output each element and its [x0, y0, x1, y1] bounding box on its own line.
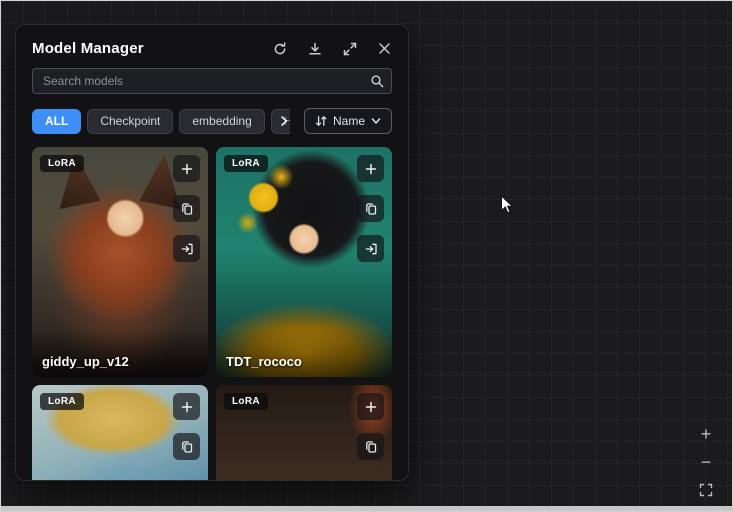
plus-icon: [364, 400, 378, 414]
import-icon: [364, 242, 378, 256]
plus-icon: [364, 162, 378, 176]
refresh-button[interactable]: [272, 41, 288, 57]
model-type-badge: LoRA: [40, 155, 84, 172]
filter-chips: ALL Checkpoint embedding Hype: [32, 109, 290, 134]
import-icon: [180, 242, 194, 256]
filter-chip-all[interactable]: ALL: [32, 109, 81, 134]
copy-icon: [364, 440, 378, 454]
header-icons: [272, 41, 392, 57]
app-canvas: Model Manager: [0, 0, 733, 512]
copy-icon: [180, 202, 194, 216]
add-model-button[interactable]: [173, 393, 200, 420]
sort-label: Name: [333, 114, 365, 128]
copy-model-button[interactable]: [357, 195, 384, 222]
filter-chip-checkpoint[interactable]: Checkpoint: [87, 109, 173, 134]
window-edge: [1, 506, 732, 511]
sort-icon: [314, 114, 328, 128]
panel-header: Model Manager: [16, 25, 408, 68]
copy-icon: [180, 440, 194, 454]
download-button[interactable]: [307, 41, 323, 57]
model-name: giddy_up_v12: [42, 354, 198, 369]
chevron-right-icon[interactable]: [278, 115, 290, 127]
model-card-4[interactable]: LoRA: [216, 385, 392, 481]
sort-dropdown[interactable]: Name: [304, 108, 392, 134]
close-icon: [377, 41, 392, 56]
model-card-3[interactable]: LoRA: [32, 385, 208, 481]
refresh-icon: [272, 41, 288, 57]
add-model-button[interactable]: [357, 393, 384, 420]
mouse-cursor: [500, 195, 514, 215]
model-card-giddy-up[interactable]: LoRA giddy_up_v12: [32, 147, 208, 377]
plus-icon: [180, 162, 194, 176]
model-grid: LoRA giddy_up_v12 LoRA: [32, 147, 392, 481]
filter-chip-embedding[interactable]: embedding: [179, 109, 264, 134]
fit-view-button[interactable]: [695, 479, 717, 501]
fit-view-icon: [699, 483, 713, 497]
copy-model-button[interactable]: [173, 433, 200, 460]
zoom-in-button[interactable]: +: [695, 423, 717, 445]
model-type-badge: LoRA: [224, 393, 268, 410]
search-input[interactable]: [32, 68, 392, 94]
expand-icon: [342, 41, 358, 57]
copy-model-button[interactable]: [357, 433, 384, 460]
import-model-button[interactable]: [357, 235, 384, 262]
model-card-tdt-rococo[interactable]: LoRA TDT_rococo: [216, 147, 392, 377]
model-type-badge: LoRA: [40, 393, 84, 410]
filter-row: ALL Checkpoint embedding Hype: [32, 108, 392, 134]
plus-icon: [180, 400, 194, 414]
model-type-badge: LoRA: [224, 155, 268, 172]
close-button[interactable]: [377, 41, 392, 56]
chevron-down-icon: [370, 115, 382, 127]
search-bar: [32, 68, 392, 94]
download-icon: [307, 41, 323, 57]
zoom-out-button[interactable]: −: [695, 451, 717, 473]
canvas-zoom-toolbar: + −: [695, 423, 717, 501]
copy-model-button[interactable]: [173, 195, 200, 222]
import-model-button[interactable]: [173, 235, 200, 262]
add-model-button[interactable]: [357, 155, 384, 182]
expand-button[interactable]: [342, 41, 358, 57]
copy-icon: [364, 202, 378, 216]
add-model-button[interactable]: [173, 155, 200, 182]
page-title: Model Manager: [32, 40, 144, 57]
search-icon: [370, 74, 384, 88]
model-manager-panel: Model Manager: [15, 24, 409, 481]
model-name: TDT_rococo: [226, 354, 382, 369]
